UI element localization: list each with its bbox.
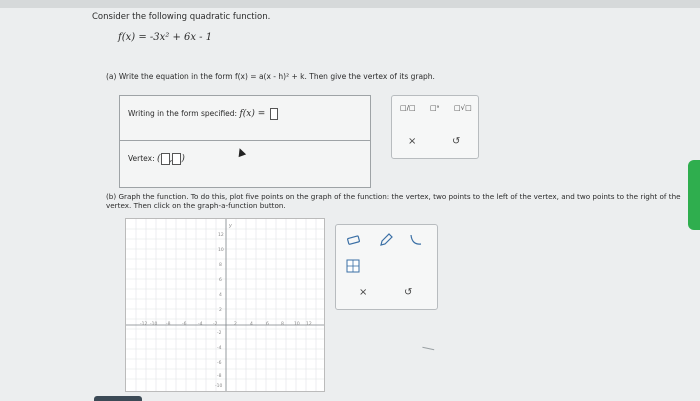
quadratic-function: f(x) = -3x² + 6x - 1 [118,32,213,43]
x-tick-label: 10 [294,322,300,327]
graph-undo-button[interactable]: ↺ [404,287,412,298]
x-tick-label: -8 [166,322,171,327]
x-tick-label: 2 [234,322,237,327]
graph-clear-button[interactable]: × [359,287,367,298]
y-tick-label: 8 [219,263,222,268]
y-tick-label: 10 [218,248,224,253]
form-label: Writing in the form specified: [128,109,238,118]
curve-icon[interactable] [408,232,424,248]
x-tick-label: -2 [213,322,218,327]
y-tick-label: -8 [217,374,222,379]
answer-box: Writing in the form specified: f(x) = Ve… [119,95,371,188]
clear-button[interactable]: × [408,136,416,147]
y-tick-label: 2 [219,308,222,313]
superscript-button[interactable]: □ᵃ [430,104,439,112]
y-axis-label: y [229,223,232,229]
vertex-close-paren: ) [181,154,185,164]
y-tick-label: -4 [217,346,222,351]
top-band [0,0,700,8]
grid-tool-icon[interactable] [346,259,360,273]
part-a-text: (a) Write the equation in the form f(x) … [106,72,435,81]
math-toolbox: □/□ □ᵃ □√□ × ↺ [391,95,479,159]
stray-mark [421,346,435,354]
graph-area[interactable]: y -12 -10 -8 -6 -4 -2 2 4 6 8 10 12 12 1… [125,218,325,392]
x-tick-label: -6 [182,322,187,327]
x-tick-label: 8 [281,322,284,327]
x-tick-label: 6 [266,322,269,327]
fraction-button[interactable]: □/□ [400,104,416,112]
x-tick-label: 12 [306,322,312,327]
vertex-line: Vertex: (,) [128,153,185,165]
x-tick-label: -12 [140,322,148,327]
y-tick-label: 4 [219,293,222,298]
y-tick-label: -2 [217,331,222,336]
vertex-label: Vertex: [128,154,155,163]
part-b-text: (b) Graph the function. To do this, plot… [106,192,681,210]
x-tick-label: -4 [198,322,203,327]
question-intro: Consider the following quadratic functio… [92,12,271,22]
y-tick-label: -6 [217,361,222,366]
graph-grid[interactable] [126,219,324,391]
x-tick-label: 4 [250,322,253,327]
pencil-icon[interactable] [378,232,394,248]
form-math: f(x) = [239,109,266,119]
y-tick-label: 12 [218,233,224,238]
form-answer-input[interactable] [269,108,278,120]
form-row: Writing in the form specified: f(x) = [120,96,370,141]
eraser-icon[interactable] [346,234,362,246]
y-tick-label: 6 [219,278,222,283]
x-tick-label: -10 [150,322,158,327]
graph-toolbox: × ↺ [335,224,438,310]
undo-button[interactable]: ↺ [452,136,460,147]
vertex-x-input[interactable] [160,153,170,165]
bottom-tab[interactable] [94,396,142,401]
form-label-line: Writing in the form specified: f(x) = [128,108,278,120]
sqrt-button[interactable]: □√□ [454,104,472,112]
y-tick-label: -10 [215,384,223,389]
